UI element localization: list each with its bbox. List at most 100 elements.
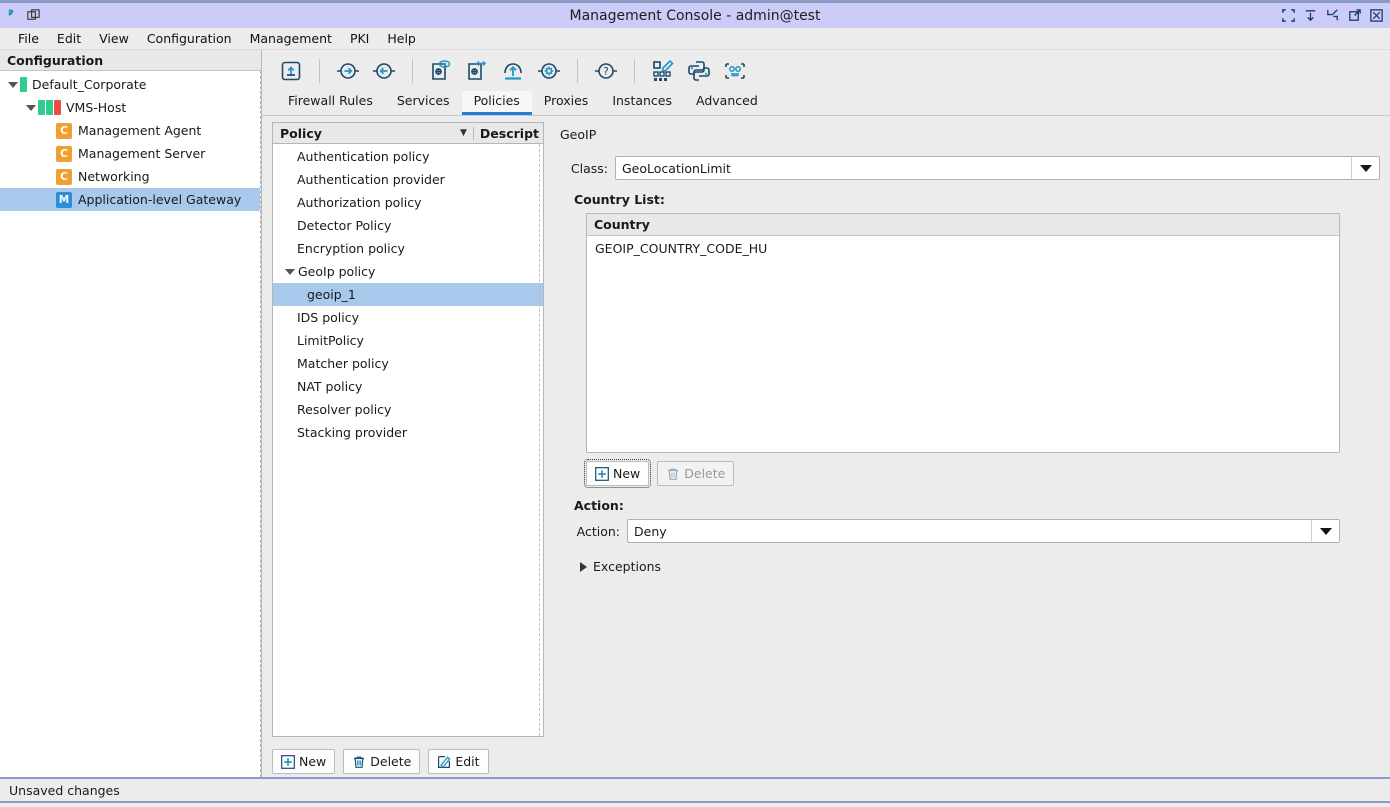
configuration-tree[interactable]: Default_Corporate VMS-Host C Management Age… (0, 71, 261, 777)
policy-list-item[interactable]: Authentication policy (273, 145, 543, 168)
forward-arrow-icon[interactable] (333, 56, 363, 86)
window-controls (1281, 8, 1384, 23)
menu-item-pki[interactable]: PKI (341, 29, 378, 48)
tab-advanced[interactable]: Advanced (684, 91, 770, 115)
policy-list-item[interactable]: IDS policy (273, 306, 543, 329)
policy-list-item[interactable]: Encryption policy (273, 237, 543, 260)
policy-list-item[interactable]: Authentication provider (273, 168, 543, 191)
policy-list-column: Policy ▼ Descript Authentication policy A… (272, 122, 544, 777)
menu-bar: File Edit View Configuration Management PKI He… (0, 28, 1390, 50)
policy-column-header[interactable]: Policy ▼ (273, 126, 473, 141)
policy-list-item[interactable]: GeoIp policy (273, 260, 543, 283)
upload-cloud-icon[interactable] (498, 56, 528, 86)
title-bar-app-icons (6, 8, 41, 23)
maximize-icon[interactable] (1347, 8, 1362, 23)
policy-list-item[interactable]: Detector Policy (273, 214, 543, 237)
tab-proxies[interactable]: Proxies (532, 91, 601, 115)
policy-list-item-label: Authentication policy (297, 149, 430, 164)
exceptions-label: Exceptions (593, 559, 662, 574)
tab-bar: Firewall Rules Services Policies Proxies Ins… (262, 91, 1390, 116)
menu-item-file[interactable]: File (9, 29, 48, 48)
policy-list-item-label: Detector Policy (297, 218, 392, 233)
policy-new-button[interactable]: New (272, 749, 336, 774)
policy-column-label: Policy (280, 125, 322, 141)
status-bar: Unsaved changes (0, 777, 1390, 801)
preview-config-icon[interactable] (426, 56, 456, 86)
sidebar-item-application-level-gateway[interactable]: M Application-level Gateway (0, 188, 260, 211)
action-value: Deny (634, 523, 667, 539)
country-delete-button[interactable]: Delete (657, 461, 735, 486)
content-area: Policy ▼ Descript Authentication policy A… (262, 116, 1390, 777)
qr-edit-icon[interactable] (648, 56, 678, 86)
policy-list-item[interactable]: LimitPolicy (273, 329, 543, 352)
chevron-down-icon[interactable] (1351, 157, 1379, 179)
policy-delete-button[interactable]: Delete (343, 749, 421, 774)
go-up-icon[interactable] (276, 56, 306, 86)
node-type-badge-icon: C (56, 122, 72, 139)
action-combobox[interactable]: Deny (627, 519, 1340, 543)
policy-list-item-label: Encryption policy (297, 241, 405, 256)
sidebar-item-management-server[interactable]: C Management Server (0, 142, 260, 165)
country-table-header: Country (587, 214, 1339, 236)
tree-expander-icon[interactable] (24, 96, 38, 119)
class-field-row: Class: GeoLocationLimit (556, 156, 1380, 180)
description-column-label: Descript (479, 125, 539, 141)
exceptions-expander[interactable]: Exceptions (580, 559, 1380, 574)
menu-item-view[interactable]: View (90, 29, 138, 48)
country-new-button[interactable]: New (583, 459, 652, 488)
bottom-edge (0, 801, 1390, 807)
tab-firewall-rules[interactable]: Firewall Rules (276, 91, 385, 115)
sidebar-item-label: Default_Corporate (32, 77, 147, 92)
help-question-icon[interactable]: ? (591, 56, 621, 86)
tab-services[interactable]: Services (385, 91, 462, 115)
tree-expander-icon[interactable] (6, 73, 20, 96)
policy-list-item[interactable]: NAT policy (273, 375, 543, 398)
policy-list[interactable]: Authentication policy Authentication prov… (272, 144, 544, 737)
policy-list-item[interactable]: Matcher policy (273, 352, 543, 375)
menu-item-help[interactable]: Help (378, 29, 425, 48)
menu-item-management[interactable]: Management (241, 29, 341, 48)
sidebar-item-label: VMS-Host (66, 100, 127, 115)
country-table[interactable]: Country GEOIP_COUNTRY_CODE_HU (586, 213, 1340, 453)
main-body: Configuration Default_Corporate VMS-Host C… (0, 50, 1390, 777)
minimize-down-icon[interactable] (1303, 8, 1318, 23)
settings-gear-icon[interactable] (534, 56, 564, 86)
detail-title: GeoIP (560, 127, 597, 142)
python-icon[interactable] (684, 56, 714, 86)
policy-list-item-label: geoip_1 (307, 287, 356, 302)
tab-policies[interactable]: Policies (461, 91, 532, 115)
policy-list-item[interactable]: Stacking provider (273, 421, 543, 444)
sidebar-item-networking[interactable]: C Networking (0, 165, 260, 188)
compare-config-icon[interactable] (462, 56, 492, 86)
shrink-icon[interactable] (1325, 8, 1340, 23)
description-column-header[interactable]: Descript (474, 126, 543, 141)
menu-item-edit[interactable]: Edit (48, 29, 90, 48)
tree-expander-icon[interactable] (283, 269, 297, 275)
class-combobox[interactable]: GeoLocationLimit (615, 156, 1380, 180)
restore-icon[interactable] (1281, 8, 1296, 23)
robot-icon[interactable] (720, 56, 750, 86)
menu-item-configuration[interactable]: Configuration (138, 29, 241, 48)
tab-instances[interactable]: Instances (600, 91, 684, 115)
close-icon[interactable] (1369, 8, 1384, 23)
policy-list-item-label: GeoIp policy (298, 264, 376, 279)
policy-list-header: Policy ▼ Descript (272, 122, 544, 144)
sidebar-item-vms-host[interactable]: VMS-Host (0, 96, 260, 119)
back-arrow-icon[interactable] (369, 56, 399, 86)
policy-list-item[interactable]: Resolver policy (273, 398, 543, 421)
chevron-down-icon[interactable] (1311, 520, 1339, 542)
status-bars-icon (20, 77, 27, 92)
policy-list-item[interactable]: geoip_1 (273, 283, 543, 306)
policy-list-item[interactable]: Authorization policy (273, 191, 543, 214)
country-table-row[interactable]: GEOIP_COUNTRY_CODE_HU (587, 238, 1339, 259)
policy-list-item-label: Resolver policy (297, 402, 392, 417)
policy-list-item-label: Matcher policy (297, 356, 389, 371)
sidebar-item-default-corporate[interactable]: Default_Corporate (0, 73, 260, 96)
sidebar-item-management-agent[interactable]: C Management Agent (0, 119, 260, 142)
policy-edit-button[interactable]: Edit (428, 749, 489, 774)
toolbar-separator (577, 59, 578, 83)
